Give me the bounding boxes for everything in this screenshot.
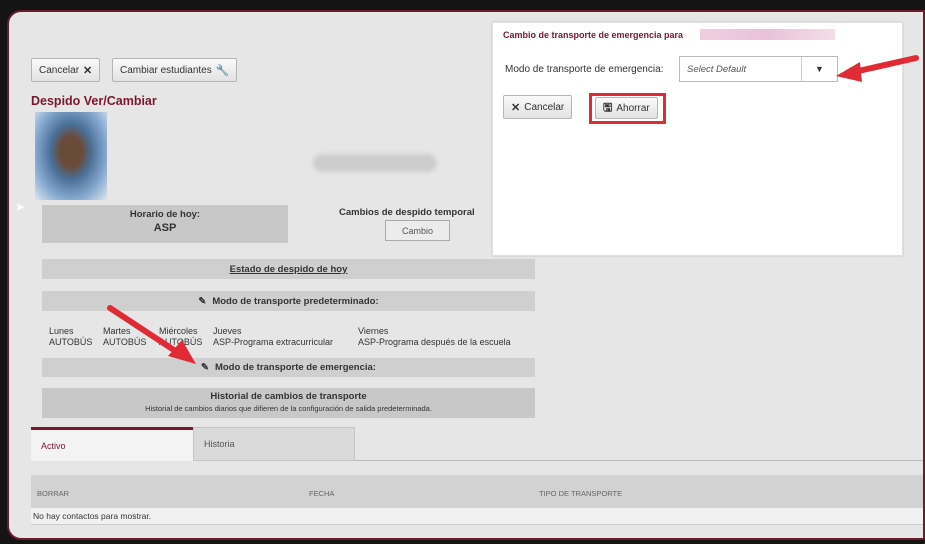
day-label: Lunes xyxy=(49,326,74,336)
table-header: BORRAR FECHA TIPO DE TRANSPORTE xyxy=(31,475,923,508)
today-schedule-box: Horario de hoy: ASP xyxy=(42,205,288,243)
tab-history[interactable]: Historia xyxy=(193,427,355,461)
wrench-icon: 🔧 xyxy=(215,64,230,77)
emergency-mode-label: Modo de transporte de emergencia: xyxy=(214,362,376,373)
tabs: Activo Historia xyxy=(31,427,923,461)
today-schedule-value: ASP xyxy=(153,222,177,234)
column-transport-type[interactable]: TIPO DE TRANSPORTE xyxy=(539,489,622,498)
select-value: Select Default xyxy=(687,64,747,75)
column-date[interactable]: FECHA xyxy=(309,489,334,498)
temporary-changes-title: Cambios de despido temporal xyxy=(339,207,475,218)
red-arrow-icon xyxy=(836,55,919,82)
modal-save-label: Ahorrar xyxy=(616,102,650,114)
modal-field-label: Modo de transporte de emergencia: xyxy=(505,64,664,75)
history-subtitle: Historial de cambios diarios que difiere… xyxy=(145,404,432,413)
cancel-button[interactable]: Cancelar ✕ xyxy=(31,58,101,82)
column-delete[interactable]: BORRAR xyxy=(37,489,69,498)
student-name-redacted xyxy=(700,29,835,40)
day-mode: AUTOBÚS xyxy=(49,337,93,347)
change-button[interactable]: Cambio xyxy=(385,220,450,241)
modal-save-button[interactable]: 🖫 Ahorrar xyxy=(595,97,658,119)
tab-active[interactable]: Activo xyxy=(31,427,193,461)
history-title: Historial de cambios de transporte xyxy=(210,391,367,402)
page-title: Despido Ver/Cambiar xyxy=(31,94,157,108)
empty-message: No hay contactos para mostrar. xyxy=(31,508,923,525)
modal-cancel-button[interactable]: ✕ Cancelar xyxy=(503,95,573,119)
today-status-bar[interactable]: Estado de despido de hoy xyxy=(42,259,535,279)
today-status-link[interactable]: Estado de despido de hoy xyxy=(230,264,348,275)
emergency-mode-select[interactable]: Select Default ▼ xyxy=(679,56,838,82)
change-students-button[interactable]: Cambiar estudiantes 🔧 xyxy=(112,58,238,82)
day-label: Viernes xyxy=(358,326,389,336)
modal-cancel-label: Cancelar xyxy=(524,101,565,113)
day-mode: ASP-Programa extracurricular xyxy=(213,337,334,347)
day-label: Jueves xyxy=(213,326,242,336)
day-mode: ASP-Programa después de la escuela xyxy=(358,337,511,347)
cursor-icon: ➤ xyxy=(15,200,26,214)
history-header: Historial de cambios de transporte Histo… xyxy=(42,388,535,418)
close-icon: ✕ xyxy=(83,64,93,77)
today-schedule-label: Horario de hoy: xyxy=(129,209,201,220)
student-name-redacted xyxy=(313,154,437,172)
modal-title: Cambio de transporte de emergencia para xyxy=(503,30,684,40)
cancel-button-label: Cancelar xyxy=(39,64,80,76)
default-mode-label: Modo de transporte predeterminado: xyxy=(212,295,379,307)
screen-frame: Cancelar ✕ Cambiar estudiantes 🔧 Despido… xyxy=(0,0,925,544)
save-icon: 🖫 xyxy=(603,101,613,114)
student-photo xyxy=(35,112,107,200)
change-students-label: Cambiar estudiantes xyxy=(120,64,212,76)
close-icon: ✕ xyxy=(511,101,521,114)
red-arrow-icon xyxy=(107,305,196,364)
